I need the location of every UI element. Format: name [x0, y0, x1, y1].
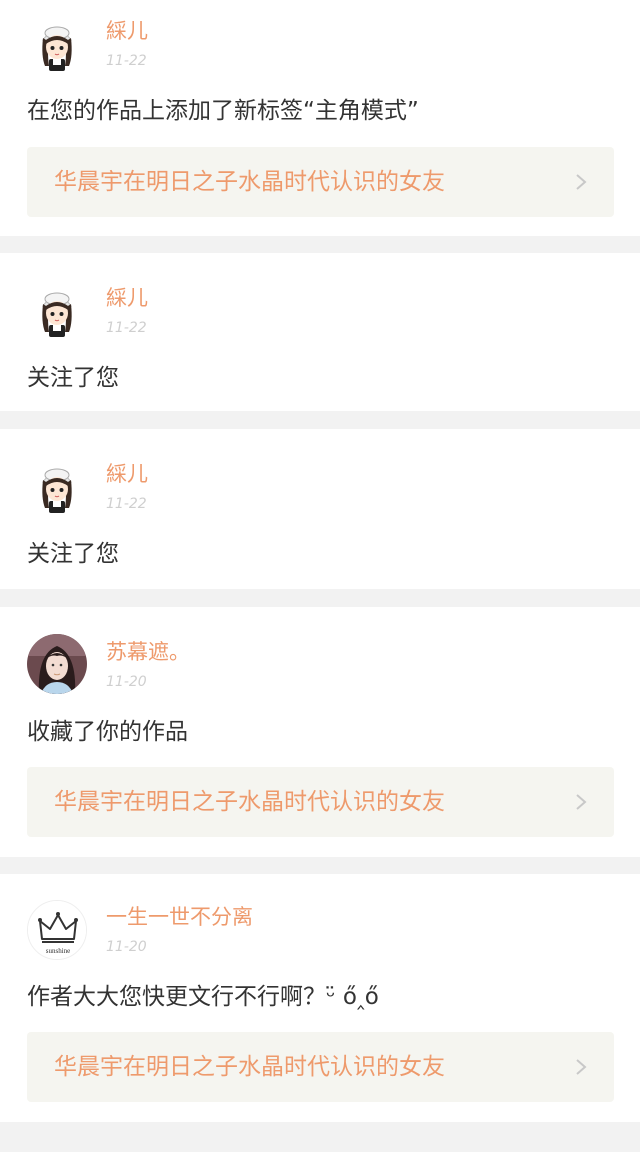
work-link[interactable]: 华晨宇在明日之子水晶时代认识的女友 — [27, 147, 614, 217]
crown-sunshine-avatar-icon: sunshine — [28, 901, 86, 959]
user-name[interactable]: 苏幕遮。 — [106, 639, 190, 665]
notification-date: 11-20 — [106, 939, 147, 955]
notification-text: 作者大大您快更文行不行啊？ᵕ̈ ő‸ő — [27, 984, 379, 1010]
chevron-right-icon — [576, 174, 587, 190]
user-photo-avatar-icon — [27, 634, 87, 694]
notification-card: 苏幕遮。 11-20 收藏了你的作品 华晨宇在明日之子水晶时代认识的女友 — [0, 607, 640, 857]
avatar-caption: sunshine — [46, 947, 71, 955]
chevron-right-icon — [576, 794, 587, 810]
user-avatar[interactable] — [27, 16, 87, 76]
notification-date: 11-22 — [106, 496, 147, 512]
work-link[interactable]: 华晨宇在明日之子水晶时代认识的女友 — [27, 767, 614, 837]
notification-date: 11-22 — [106, 53, 147, 69]
work-title: 华晨宇在明日之子水晶时代认识的女友 — [54, 169, 445, 195]
user-name[interactable]: 一生一世不分离 — [106, 904, 253, 930]
user-name[interactable]: 綵儿 — [106, 18, 148, 44]
work-title: 华晨宇在明日之子水晶时代认识的女友 — [54, 789, 445, 815]
work-link[interactable]: 华晨宇在明日之子水晶时代认识的女友 — [27, 1032, 614, 1102]
chevron-right-icon — [576, 1059, 587, 1075]
user-name[interactable]: 綵儿 — [106, 461, 148, 487]
user-avatar[interactable] — [27, 282, 87, 342]
notification-date: 11-22 — [106, 320, 147, 336]
notification-card: sunshine 一生一世不分离 11-20 作者大大您快更文行不行啊？ᵕ̈ ő… — [0, 874, 640, 1122]
user-avatar[interactable]: sunshine — [27, 900, 87, 960]
user-name[interactable]: 綵儿 — [106, 285, 148, 311]
notification-text: 关注了您 — [27, 541, 119, 567]
girl-cartoon-avatar-icon — [42, 468, 72, 513]
girl-cartoon-avatar-icon — [42, 292, 72, 337]
notification-text: 在您的作品上添加了新标签“主角模式” — [27, 98, 419, 124]
notification-text: 关注了您 — [27, 365, 119, 391]
girl-cartoon-avatar-icon — [42, 26, 72, 71]
notification-card: 綵儿 11-22 关注了您 — [0, 253, 640, 411]
user-avatar[interactable] — [27, 458, 87, 518]
notification-card: 綵儿 11-22 在您的作品上添加了新标签“主角模式” 华晨宇在明日之子水晶时代… — [0, 0, 640, 236]
notification-text: 收藏了你的作品 — [27, 719, 188, 745]
work-title: 华晨宇在明日之子水晶时代认识的女友 — [54, 1054, 445, 1080]
notification-date: 11-20 — [106, 674, 147, 690]
notification-card: 綵儿 11-22 关注了您 — [0, 429, 640, 589]
user-avatar[interactable] — [27, 634, 87, 694]
notification-feed: 綵儿 11-22 在您的作品上添加了新标签“主角模式” 华晨宇在明日之子水晶时代… — [0, 0, 640, 1152]
